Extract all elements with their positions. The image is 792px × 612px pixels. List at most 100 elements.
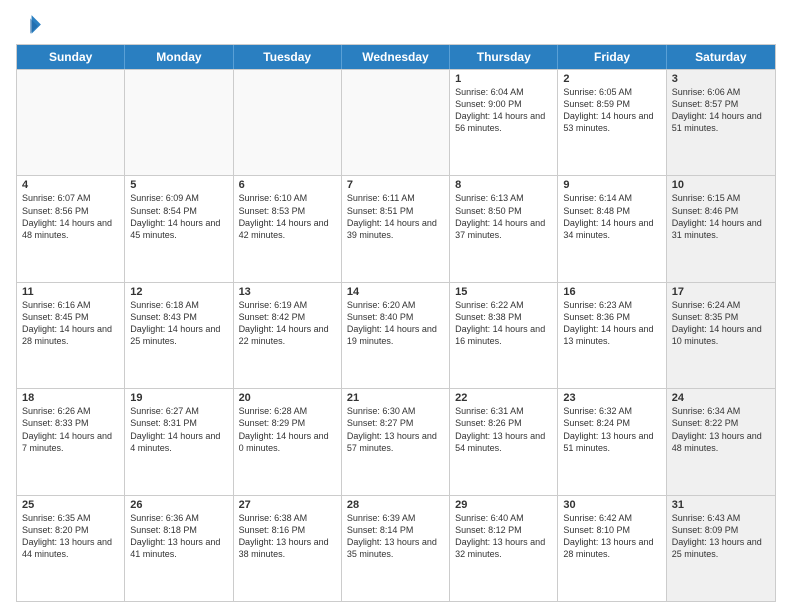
calendar-cell: 22Sunrise: 6:31 AM Sunset: 8:26 PM Dayli… bbox=[450, 389, 558, 494]
calendar-cell bbox=[234, 70, 342, 175]
calendar-cell: 20Sunrise: 6:28 AM Sunset: 8:29 PM Dayli… bbox=[234, 389, 342, 494]
calendar-header-cell: Sunday bbox=[17, 45, 125, 69]
calendar-cell bbox=[342, 70, 450, 175]
cell-info: Sunrise: 6:24 AM Sunset: 8:35 PM Dayligh… bbox=[672, 299, 770, 348]
day-number: 8 bbox=[455, 179, 552, 191]
day-number: 19 bbox=[130, 392, 227, 404]
cell-info: Sunrise: 6:31 AM Sunset: 8:26 PM Dayligh… bbox=[455, 405, 552, 454]
calendar-header-cell: Monday bbox=[125, 45, 233, 69]
day-number: 15 bbox=[455, 286, 552, 298]
day-number: 29 bbox=[455, 499, 552, 511]
calendar-header-cell: Wednesday bbox=[342, 45, 450, 69]
day-number: 6 bbox=[239, 179, 336, 191]
calendar-cell: 7Sunrise: 6:11 AM Sunset: 8:51 PM Daylig… bbox=[342, 176, 450, 281]
calendar-cell: 10Sunrise: 6:15 AM Sunset: 8:46 PM Dayli… bbox=[667, 176, 775, 281]
calendar-header-cell: Friday bbox=[558, 45, 666, 69]
calendar-cell bbox=[125, 70, 233, 175]
cell-info: Sunrise: 6:32 AM Sunset: 8:24 PM Dayligh… bbox=[563, 405, 660, 454]
day-number: 11 bbox=[22, 286, 119, 298]
calendar-cell: 28Sunrise: 6:39 AM Sunset: 8:14 PM Dayli… bbox=[342, 496, 450, 601]
cell-info: Sunrise: 6:23 AM Sunset: 8:36 PM Dayligh… bbox=[563, 299, 660, 348]
calendar-cell: 18Sunrise: 6:26 AM Sunset: 8:33 PM Dayli… bbox=[17, 389, 125, 494]
day-number: 18 bbox=[22, 392, 119, 404]
day-number: 12 bbox=[130, 286, 227, 298]
day-number: 9 bbox=[563, 179, 660, 191]
day-number: 24 bbox=[672, 392, 770, 404]
day-number: 23 bbox=[563, 392, 660, 404]
calendar-header-cell: Thursday bbox=[450, 45, 558, 69]
day-number: 2 bbox=[563, 73, 660, 85]
calendar-cell: 25Sunrise: 6:35 AM Sunset: 8:20 PM Dayli… bbox=[17, 496, 125, 601]
cell-info: Sunrise: 6:42 AM Sunset: 8:10 PM Dayligh… bbox=[563, 512, 660, 561]
cell-info: Sunrise: 6:22 AM Sunset: 8:38 PM Dayligh… bbox=[455, 299, 552, 348]
calendar-cell: 14Sunrise: 6:20 AM Sunset: 8:40 PM Dayli… bbox=[342, 283, 450, 388]
calendar-cell: 16Sunrise: 6:23 AM Sunset: 8:36 PM Dayli… bbox=[558, 283, 666, 388]
cell-info: Sunrise: 6:07 AM Sunset: 8:56 PM Dayligh… bbox=[22, 192, 119, 241]
cell-info: Sunrise: 6:18 AM Sunset: 8:43 PM Dayligh… bbox=[130, 299, 227, 348]
calendar-cell: 11Sunrise: 6:16 AM Sunset: 8:45 PM Dayli… bbox=[17, 283, 125, 388]
calendar-cell: 5Sunrise: 6:09 AM Sunset: 8:54 PM Daylig… bbox=[125, 176, 233, 281]
cell-info: Sunrise: 6:30 AM Sunset: 8:27 PM Dayligh… bbox=[347, 405, 444, 454]
cell-info: Sunrise: 6:35 AM Sunset: 8:20 PM Dayligh… bbox=[22, 512, 119, 561]
calendar-cell: 15Sunrise: 6:22 AM Sunset: 8:38 PM Dayli… bbox=[450, 283, 558, 388]
cell-info: Sunrise: 6:39 AM Sunset: 8:14 PM Dayligh… bbox=[347, 512, 444, 561]
cell-info: Sunrise: 6:27 AM Sunset: 8:31 PM Dayligh… bbox=[130, 405, 227, 454]
day-number: 4 bbox=[22, 179, 119, 191]
calendar-body: 1Sunrise: 6:04 AM Sunset: 9:00 PM Daylig… bbox=[17, 69, 775, 601]
calendar-cell: 8Sunrise: 6:13 AM Sunset: 8:50 PM Daylig… bbox=[450, 176, 558, 281]
calendar-row: 25Sunrise: 6:35 AM Sunset: 8:20 PM Dayli… bbox=[17, 495, 775, 601]
calendar-cell: 30Sunrise: 6:42 AM Sunset: 8:10 PM Dayli… bbox=[558, 496, 666, 601]
calendar-cell: 2Sunrise: 6:05 AM Sunset: 8:59 PM Daylig… bbox=[558, 70, 666, 175]
cell-info: Sunrise: 6:20 AM Sunset: 8:40 PM Dayligh… bbox=[347, 299, 444, 348]
calendar-row: 11Sunrise: 6:16 AM Sunset: 8:45 PM Dayli… bbox=[17, 282, 775, 388]
logo-icon bbox=[16, 12, 44, 40]
calendar-cell bbox=[17, 70, 125, 175]
cell-info: Sunrise: 6:06 AM Sunset: 8:57 PM Dayligh… bbox=[672, 86, 770, 135]
day-number: 22 bbox=[455, 392, 552, 404]
day-number: 26 bbox=[130, 499, 227, 511]
calendar-cell: 9Sunrise: 6:14 AM Sunset: 8:48 PM Daylig… bbox=[558, 176, 666, 281]
cell-info: Sunrise: 6:28 AM Sunset: 8:29 PM Dayligh… bbox=[239, 405, 336, 454]
cell-info: Sunrise: 6:09 AM Sunset: 8:54 PM Dayligh… bbox=[130, 192, 227, 241]
calendar-cell: 6Sunrise: 6:10 AM Sunset: 8:53 PM Daylig… bbox=[234, 176, 342, 281]
day-number: 1 bbox=[455, 73, 552, 85]
page: SundayMondayTuesdayWednesdayThursdayFrid… bbox=[0, 0, 792, 612]
day-number: 10 bbox=[672, 179, 770, 191]
calendar-cell: 13Sunrise: 6:19 AM Sunset: 8:42 PM Dayli… bbox=[234, 283, 342, 388]
calendar-cell: 23Sunrise: 6:32 AM Sunset: 8:24 PM Dayli… bbox=[558, 389, 666, 494]
day-number: 31 bbox=[672, 499, 770, 511]
calendar-cell: 12Sunrise: 6:18 AM Sunset: 8:43 PM Dayli… bbox=[125, 283, 233, 388]
day-number: 17 bbox=[672, 286, 770, 298]
logo bbox=[16, 12, 48, 40]
calendar-cell: 26Sunrise: 6:36 AM Sunset: 8:18 PM Dayli… bbox=[125, 496, 233, 601]
day-number: 7 bbox=[347, 179, 444, 191]
calendar-row: 4Sunrise: 6:07 AM Sunset: 8:56 PM Daylig… bbox=[17, 175, 775, 281]
calendar-cell: 27Sunrise: 6:38 AM Sunset: 8:16 PM Dayli… bbox=[234, 496, 342, 601]
calendar-cell: 31Sunrise: 6:43 AM Sunset: 8:09 PM Dayli… bbox=[667, 496, 775, 601]
calendar-header-cell: Saturday bbox=[667, 45, 775, 69]
day-number: 13 bbox=[239, 286, 336, 298]
cell-info: Sunrise: 6:11 AM Sunset: 8:51 PM Dayligh… bbox=[347, 192, 444, 241]
header bbox=[16, 12, 776, 40]
cell-info: Sunrise: 6:38 AM Sunset: 8:16 PM Dayligh… bbox=[239, 512, 336, 561]
day-number: 30 bbox=[563, 499, 660, 511]
day-number: 25 bbox=[22, 499, 119, 511]
calendar-row: 18Sunrise: 6:26 AM Sunset: 8:33 PM Dayli… bbox=[17, 388, 775, 494]
calendar-cell: 21Sunrise: 6:30 AM Sunset: 8:27 PM Dayli… bbox=[342, 389, 450, 494]
cell-info: Sunrise: 6:13 AM Sunset: 8:50 PM Dayligh… bbox=[455, 192, 552, 241]
cell-info: Sunrise: 6:14 AM Sunset: 8:48 PM Dayligh… bbox=[563, 192, 660, 241]
day-number: 20 bbox=[239, 392, 336, 404]
calendar-cell: 24Sunrise: 6:34 AM Sunset: 8:22 PM Dayli… bbox=[667, 389, 775, 494]
cell-info: Sunrise: 6:36 AM Sunset: 8:18 PM Dayligh… bbox=[130, 512, 227, 561]
day-number: 14 bbox=[347, 286, 444, 298]
day-number: 27 bbox=[239, 499, 336, 511]
day-number: 3 bbox=[672, 73, 770, 85]
calendar-cell: 29Sunrise: 6:40 AM Sunset: 8:12 PM Dayli… bbox=[450, 496, 558, 601]
calendar: SundayMondayTuesdayWednesdayThursdayFrid… bbox=[16, 44, 776, 602]
calendar-cell: 1Sunrise: 6:04 AM Sunset: 9:00 PM Daylig… bbox=[450, 70, 558, 175]
cell-info: Sunrise: 6:05 AM Sunset: 8:59 PM Dayligh… bbox=[563, 86, 660, 135]
cell-info: Sunrise: 6:40 AM Sunset: 8:12 PM Dayligh… bbox=[455, 512, 552, 561]
calendar-cell: 17Sunrise: 6:24 AM Sunset: 8:35 PM Dayli… bbox=[667, 283, 775, 388]
cell-info: Sunrise: 6:19 AM Sunset: 8:42 PM Dayligh… bbox=[239, 299, 336, 348]
calendar-cell: 19Sunrise: 6:27 AM Sunset: 8:31 PM Dayli… bbox=[125, 389, 233, 494]
